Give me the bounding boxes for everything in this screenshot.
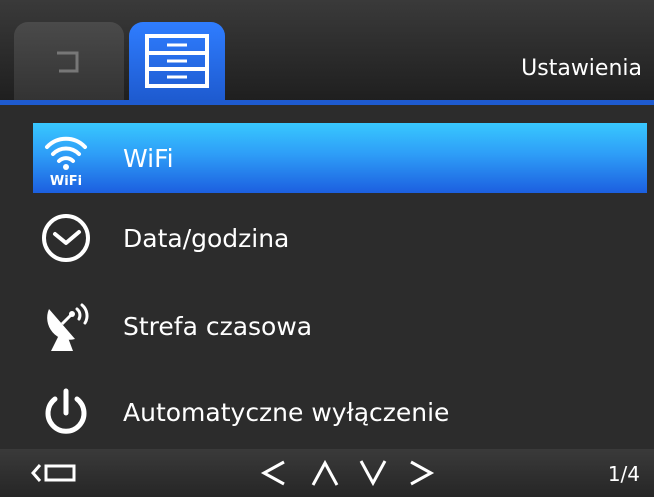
settings-drawers-icon [145, 34, 209, 88]
page-title: Ustawienia [521, 56, 642, 81]
up-button[interactable] [309, 459, 341, 487]
page-indicator: 1/4 [607, 462, 640, 486]
chevron-down-icon [359, 460, 387, 487]
menu-item-label: WiFi [123, 143, 174, 173]
chevron-right-icon [410, 460, 435, 486]
menu-item-label: Strefa czasowa [123, 311, 313, 341]
bottom-nav-bar: 1/4 [0, 449, 654, 497]
right-button[interactable] [405, 459, 437, 487]
back-button[interactable] [30, 459, 80, 487]
back-icon [31, 464, 76, 482]
power-icon [35, 381, 97, 443]
satellite-dish-icon [35, 295, 97, 357]
menu-item-time-zone[interactable]: Strefa czasowa [33, 291, 647, 361]
tab-settings[interactable] [129, 22, 225, 100]
tab-back[interactable] [14, 22, 124, 100]
settings-menu: WiFi WiFi Data/godzina Strefa czasowa Au… [0, 105, 654, 449]
down-button[interactable] [357, 459, 389, 487]
menu-item-auto-power-off[interactable]: Automatyczne wyłączenie [33, 377, 647, 447]
chevron-up-icon [311, 459, 339, 486]
svg-text:WiFi: WiFi [50, 174, 82, 189]
menu-item-date-time[interactable]: Data/godzina [33, 203, 647, 273]
return-icon [57, 51, 79, 73]
header-bar: Ustawienia [0, 0, 654, 100]
left-button[interactable] [258, 459, 290, 487]
menu-item-label: Automatyczne wyłączenie [123, 397, 450, 427]
device-screen: Ustawienia WiFi WiFi Data/godzina Strefa… [0, 0, 654, 497]
clock-icon [35, 207, 97, 269]
wifi-icon: WiFi [35, 127, 97, 189]
chevron-left-icon [260, 460, 285, 486]
menu-item-label: Data/godzina [123, 223, 290, 253]
menu-item-wifi[interactable]: WiFi WiFi [33, 123, 647, 193]
